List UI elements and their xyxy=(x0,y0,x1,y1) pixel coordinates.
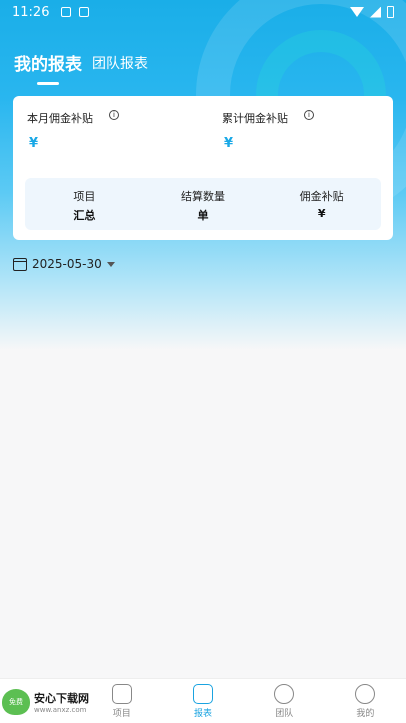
summary-header: 项目 xyxy=(73,190,96,203)
watermark-url: www.anxz.com xyxy=(34,706,87,714)
team-icon xyxy=(274,683,295,704)
watermark-text: 安心下载网 www.anxz.com xyxy=(34,690,89,714)
nav-label: 我的 xyxy=(356,708,375,719)
heart-logo-icon: 免费 xyxy=(2,689,30,715)
date-picker[interactable]: 2025-05-30 xyxy=(13,257,115,271)
wifi-icon xyxy=(350,7,364,17)
date-value: 2025-05-30 xyxy=(32,257,102,271)
month-commission-label: 本月佣金补贴 i xyxy=(27,110,119,126)
month-commission-value: ¥ xyxy=(29,136,39,151)
status-time: 11:26 xyxy=(12,4,50,20)
folder-icon xyxy=(111,683,132,704)
info-icon[interactable]: i xyxy=(304,110,314,120)
notification-icon xyxy=(61,7,72,17)
summary-value: ¥ xyxy=(317,207,326,220)
calendar-icon xyxy=(13,257,27,271)
summary-table: 项目 汇总 结算数量 单 佣金补贴 ¥ xyxy=(25,178,381,230)
nav-item-team[interactable]: 团队 xyxy=(244,679,325,723)
signal-icon xyxy=(370,6,381,18)
watermark-logo: 免费 安心下载网 www.anxz.com xyxy=(0,685,110,719)
summary-col-item: 项目 汇总 xyxy=(25,178,144,230)
nav-label: 团队 xyxy=(275,708,294,719)
nav-item-mine[interactable]: 我的 xyxy=(325,679,406,723)
total-commission-text: 累计佣金补贴 xyxy=(222,112,288,125)
summary-header: 佣金补贴 xyxy=(299,190,344,203)
report-tabs: 我的报表 团队报表 xyxy=(14,50,148,85)
watermark-brand: 安心下载网 xyxy=(34,692,89,705)
nav-item-report[interactable]: 报表 xyxy=(162,679,243,723)
notification-icon xyxy=(79,7,90,17)
nav-label: 报表 xyxy=(194,708,213,719)
summary-col-count: 结算数量 单 xyxy=(144,178,263,230)
tab-my-report[interactable]: 我的报表 xyxy=(14,50,82,85)
tab-team-report[interactable]: 团队报表 xyxy=(92,53,148,85)
user-icon xyxy=(355,683,376,704)
summary-value: 汇总 xyxy=(73,209,96,222)
info-icon[interactable]: i xyxy=(109,110,119,120)
month-commission-text: 本月佣金补贴 xyxy=(27,112,93,125)
commission-card: 本月佣金补贴 i ¥ 累计佣金补贴 i ¥ 项目 汇总 结算数量 单 佣金补贴 ¥ xyxy=(13,96,393,240)
summary-value: 单 xyxy=(197,209,209,222)
summary-col-commission: 佣金补贴 ¥ xyxy=(262,178,381,230)
chart-icon xyxy=(193,683,213,704)
nav-label: 项目 xyxy=(112,708,131,719)
battery-icon xyxy=(387,6,394,18)
summary-header: 结算数量 xyxy=(181,190,225,203)
chevron-down-icon xyxy=(106,261,115,267)
total-commission-value: ¥ xyxy=(224,136,234,151)
status-bar: 11:26 xyxy=(0,0,406,24)
total-commission-label: 累计佣金补贴 i xyxy=(222,110,314,126)
